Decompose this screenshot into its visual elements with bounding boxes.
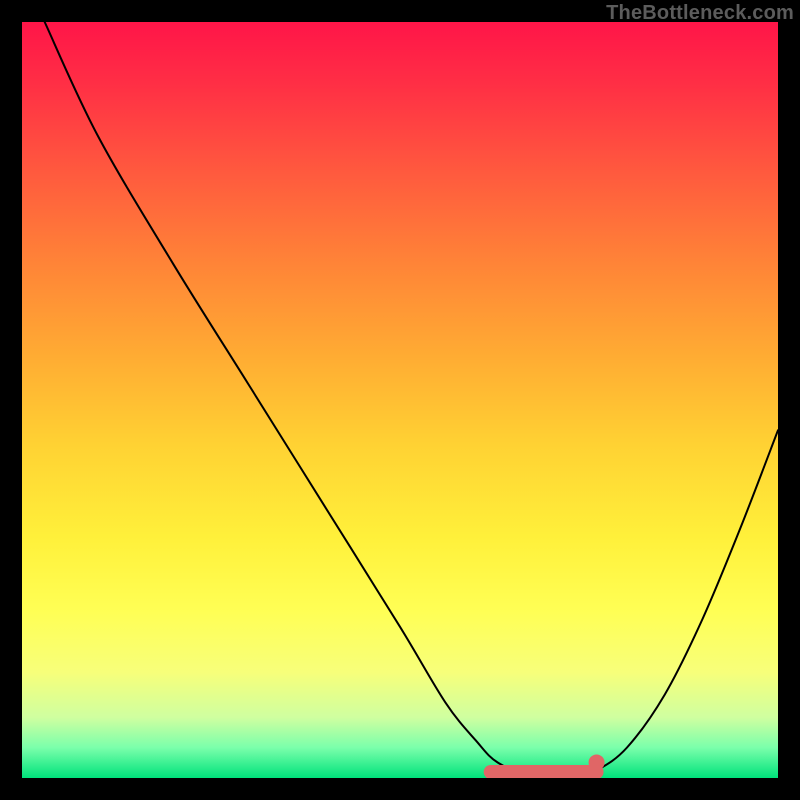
chart-root: { "attribution": "TheBottleneck.com", "c… (0, 0, 800, 800)
chart-overlay-svg (22, 22, 778, 778)
highlight-dot (589, 754, 605, 770)
plot-area (22, 22, 778, 778)
curve-path (45, 22, 778, 778)
